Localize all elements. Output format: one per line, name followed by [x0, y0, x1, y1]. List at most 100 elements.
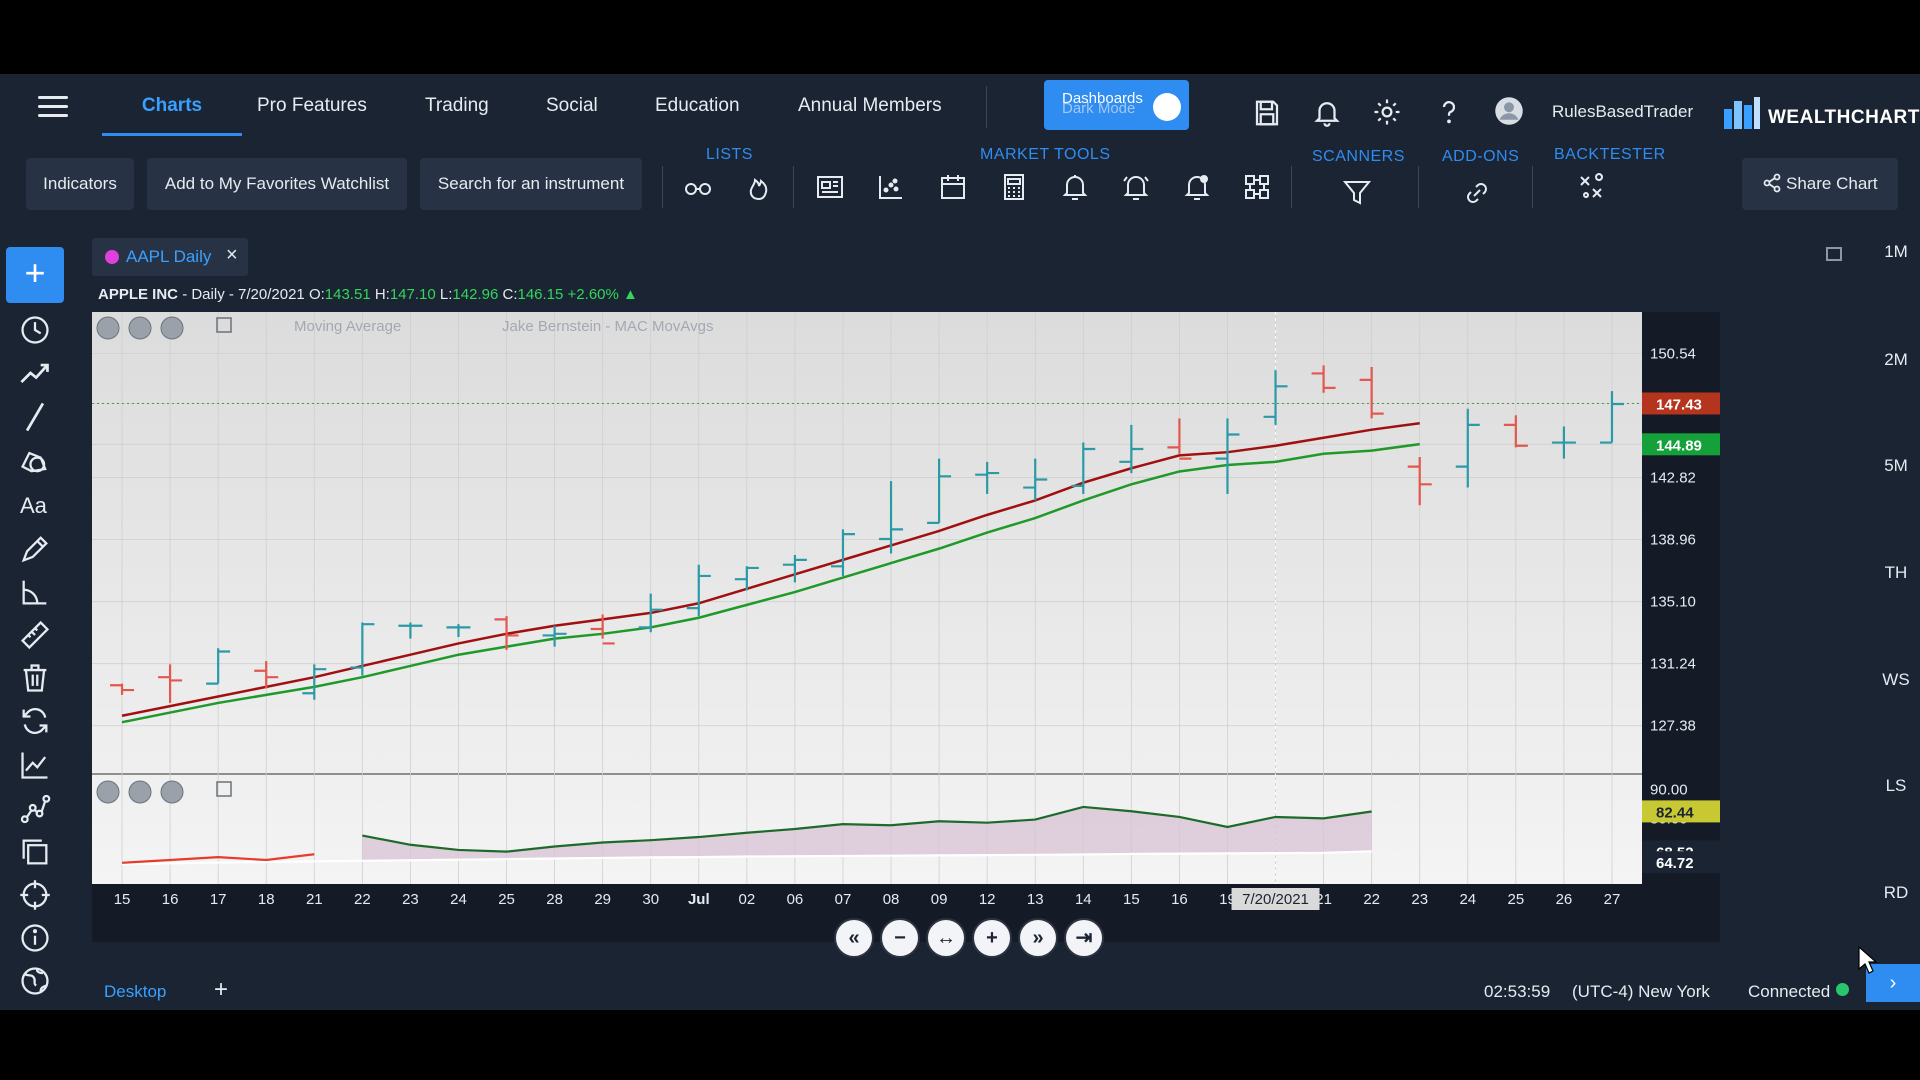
- chart-interval: - Daily - 7/20/2021: [182, 286, 305, 303]
- timeframe-rd[interactable]: RD: [1876, 883, 1916, 903]
- close-tab-icon[interactable]: ×: [226, 244, 238, 267]
- ruler-icon[interactable]: [18, 618, 52, 652]
- nav-tab-pro-features[interactable]: Pro Features: [257, 95, 367, 133]
- backtester-icon[interactable]: [1576, 172, 1606, 202]
- nav-tab-education[interactable]: Education: [655, 95, 740, 133]
- timeframe-th[interactable]: TH: [1876, 563, 1916, 583]
- time-tick-label: 16: [162, 891, 179, 908]
- timeframe-ls[interactable]: LS: [1876, 776, 1916, 796]
- nav-tab-trading[interactable]: Trading: [425, 95, 489, 133]
- glasses-icon[interactable]: [683, 172, 713, 202]
- link-icon[interactable]: [1462, 178, 1492, 208]
- price-chart[interactable]: 150.54 147.43 144.89 142.82 138.96 135.10 131.…: [92, 312, 1770, 942]
- clock-icon[interactable]: [18, 313, 52, 347]
- calendar-icon[interactable]: [938, 172, 968, 202]
- time-tick-label: 29: [594, 891, 611, 908]
- trash-icon[interactable]: [18, 661, 52, 695]
- dashboards-darkmode-toggle[interactable]: Dashboards Dark Mode: [1044, 80, 1189, 130]
- node-path-icon[interactable]: [18, 792, 52, 826]
- add-favorites-watchlist-button[interactable]: Add to My Favorites Watchlist: [147, 158, 407, 210]
- scroll-far-right-button[interactable]: »: [1018, 918, 1058, 958]
- text-tool-icon[interactable]: Aa: [18, 488, 52, 522]
- line-tool-icon[interactable]: [18, 400, 52, 434]
- nav-tab-social[interactable]: Social: [546, 95, 598, 133]
- bell-icon[interactable]: [1312, 97, 1342, 127]
- news-icon[interactable]: [815, 172, 845, 202]
- instrument-search-button[interactable]: Search for an instrument: [420, 158, 642, 210]
- avatar-icon[interactable]: [1494, 96, 1524, 126]
- timeframe-2m[interactable]: 2M: [1876, 350, 1916, 370]
- chart-background: [92, 312, 1642, 884]
- time-tick-label: 16: [1171, 891, 1188, 908]
- time-tick-label: 23: [1411, 891, 1428, 908]
- refresh-icon[interactable]: [18, 704, 52, 738]
- time-tick-label: 28: [546, 891, 563, 908]
- angle-tool-icon[interactable]: [18, 575, 52, 609]
- hamburger-menu-icon[interactable]: [38, 96, 68, 118]
- heatmap-grid-icon[interactable]: [1242, 172, 1272, 202]
- zoom-in-button[interactable]: +: [972, 918, 1012, 958]
- pencil-icon[interactable]: [18, 532, 52, 566]
- alarm-bell-icon[interactable]: [1121, 172, 1151, 202]
- line-chart-icon[interactable]: [18, 748, 52, 782]
- copy-icon[interactable]: [18, 835, 52, 869]
- instrument-name: APPLE INC: [98, 286, 179, 303]
- info-icon[interactable]: [18, 921, 52, 955]
- zoom-out-button[interactable]: −: [880, 918, 920, 958]
- share-chart-button[interactable]: Share Chart: [1742, 158, 1898, 210]
- shapes-icon[interactable]: [18, 444, 52, 478]
- alert-bell-icon[interactable]: [1060, 172, 1090, 202]
- globe-icon[interactable]: [18, 964, 52, 998]
- calculator-icon[interactable]: [999, 172, 1029, 202]
- mac-movavgs-label[interactable]: Jake Bernstein - MAC MovAvgs: [502, 318, 713, 335]
- fire-icon[interactable]: [744, 172, 774, 202]
- maximize-panel-icon[interactable]: [1826, 247, 1842, 261]
- pane-control-icon: [96, 316, 120, 340]
- notification-bell-icon[interactable]: [1182, 172, 1212, 202]
- scatter-chart-icon[interactable]: [876, 172, 906, 202]
- help-icon[interactable]: [1434, 97, 1464, 127]
- nav-tab-charts[interactable]: Charts: [102, 95, 242, 136]
- time-tick-label: 09: [931, 891, 948, 908]
- time-tick-label: 13: [1027, 891, 1044, 908]
- close-label: C:: [502, 286, 518, 303]
- gear-icon[interactable]: [1372, 97, 1402, 127]
- timeframe-ws[interactable]: WS: [1876, 670, 1916, 690]
- dark-mode-label: Dark Mode: [1062, 100, 1136, 117]
- username[interactable]: RulesBasedTrader: [1552, 102, 1693, 122]
- crosshair-icon[interactable]: [18, 878, 52, 912]
- app-window: Charts Pro Features Trading Social Educa…: [0, 0, 1920, 1080]
- timeframe-1m[interactable]: 1M: [1876, 242, 1916, 262]
- add-desktop-button[interactable]: +: [214, 976, 228, 1004]
- time-tick-label: 14: [1075, 891, 1092, 908]
- indicators-button[interactable]: Indicators: [26, 158, 134, 210]
- high-label: H:: [374, 286, 390, 303]
- timeframe-5m[interactable]: 5M: [1876, 456, 1916, 476]
- crosshair-date-label: 7/20/2021: [1242, 891, 1309, 908]
- oscillator-value-label: 64.72: [1656, 855, 1694, 872]
- time-tick-label: 25: [498, 891, 515, 908]
- moving-average-label[interactable]: Moving Average: [294, 318, 401, 335]
- fit-horizontal-button[interactable]: ↔: [926, 918, 966, 958]
- pane-control-icon: [128, 316, 152, 340]
- add-drawing-tool-button[interactable]: +: [6, 247, 64, 303]
- toggle-knob[interactable]: [1153, 93, 1181, 121]
- nav-tab-annual-members[interactable]: Annual Members: [798, 95, 942, 133]
- status-timezone[interactable]: (UTC-4) New York: [1572, 982, 1710, 1002]
- pane-control-icon: [160, 316, 184, 340]
- time-tick-label: 15: [114, 891, 131, 908]
- toolbar-divider: [662, 166, 663, 208]
- lists-group-label: LISTS: [706, 146, 753, 163]
- svg-text:Aa: Aa: [20, 493, 48, 518]
- save-icon[interactable]: [1252, 98, 1282, 128]
- time-tick-label: 18: [258, 891, 275, 908]
- desktop-tab[interactable]: Desktop: [104, 982, 166, 1002]
- share-chart-label: Share Chart: [1786, 174, 1878, 193]
- jump-to-latest-button[interactable]: ⇥: [1064, 918, 1104, 958]
- chart-tab-aapl-daily[interactable]: AAPL Daily ×: [92, 238, 248, 276]
- trend-line-icon[interactable]: [18, 356, 52, 390]
- filter-icon[interactable]: [1342, 178, 1372, 208]
- market-tools-group-label: MARKET TOOLS: [980, 146, 1111, 163]
- scroll-far-left-button[interactable]: «: [834, 918, 874, 958]
- time-tick-label: 22: [1363, 891, 1380, 908]
